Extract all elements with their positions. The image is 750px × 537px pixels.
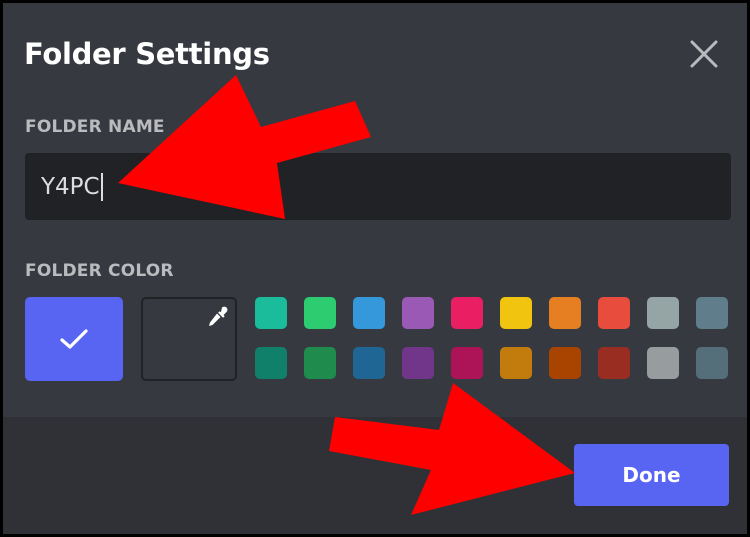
close-icon — [690, 40, 718, 68]
color-swatch[interactable] — [353, 347, 385, 379]
color-swatch[interactable] — [255, 297, 287, 329]
done-button[interactable]: Done — [574, 444, 729, 506]
color-swatch[interactable] — [549, 347, 581, 379]
folder-name-input[interactable]: Y4PC — [25, 153, 731, 220]
text-caret — [100, 172, 103, 201]
folder-name-label: FOLDER NAME — [25, 117, 165, 137]
eyedropper-icon — [209, 306, 228, 326]
color-swatch[interactable] — [696, 297, 728, 329]
custom-color-swatch[interactable] — [141, 297, 237, 381]
color-swatch[interactable] — [353, 297, 385, 329]
color-swatch[interactable] — [647, 297, 679, 329]
color-swatch[interactable] — [500, 347, 532, 379]
folder-color-label: FOLDER COLOR — [25, 261, 174, 281]
color-swatch-grid — [255, 297, 728, 379]
checkmark-icon — [60, 329, 88, 349]
color-swatch[interactable] — [402, 347, 434, 379]
color-swatch[interactable] — [451, 297, 483, 329]
folder-name-value: Y4PC — [41, 173, 100, 200]
dialog-title: Folder Settings — [24, 37, 270, 71]
color-swatch[interactable] — [696, 347, 728, 379]
color-swatch[interactable] — [598, 297, 630, 329]
color-swatch[interactable] — [647, 347, 679, 379]
color-swatch[interactable] — [255, 347, 287, 379]
color-swatch[interactable] — [500, 297, 532, 329]
color-swatch[interactable] — [304, 297, 336, 329]
close-button[interactable] — [687, 37, 721, 71]
color-swatch[interactable] — [549, 297, 581, 329]
color-swatch[interactable] — [451, 347, 483, 379]
color-swatch[interactable] — [598, 347, 630, 379]
folder-settings-dialog: Folder Settings FOLDER NAME Y4PC FOLDER … — [0, 0, 750, 537]
default-color-swatch[interactable] — [25, 297, 123, 381]
color-swatch[interactable] — [304, 347, 336, 379]
color-swatch[interactable] — [402, 297, 434, 329]
